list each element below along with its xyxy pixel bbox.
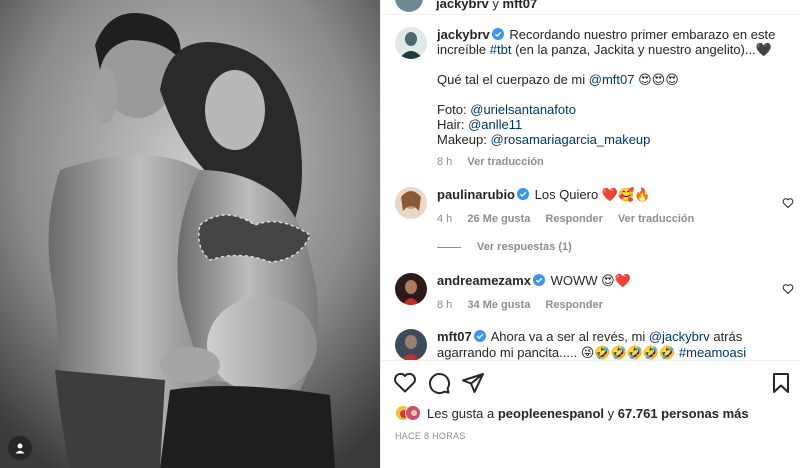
post-image xyxy=(0,0,380,468)
caption-avatar[interactable] xyxy=(395,27,427,59)
replies-divider xyxy=(437,246,461,248)
liker-avatars[interactable] xyxy=(395,403,423,423)
caption-line1-rest: (en la panza, Jackita y nuestro angelito… xyxy=(515,42,772,57)
caption-time[interactable]: 8 h xyxy=(437,156,452,168)
caption-translate[interactable]: Ver traducción xyxy=(467,156,543,168)
caption: jackybrv Recordando nuestro primer embar… xyxy=(395,27,790,170)
likes-connector: y xyxy=(607,405,615,421)
caption-line2-emoji: 😍😍😍 xyxy=(638,72,679,87)
action-bar xyxy=(381,360,800,405)
likes-user[interactable]: peopleenespanol xyxy=(498,406,604,421)
comment-avatar[interactable] xyxy=(395,187,427,219)
caption-meta: 8 h Ver traducción xyxy=(437,155,790,170)
caption-line2-text: Qué tal el cuerpazo de mi xyxy=(437,72,586,87)
caption-username[interactable]: jackybrv xyxy=(437,27,490,42)
post-header: jackybrv y mft07 xyxy=(381,0,800,14)
header-coauthor[interactable]: mft07 xyxy=(503,0,538,11)
comment-meta: 8 h 34 Me gusta Responder xyxy=(437,297,766,313)
caption-mention[interactable]: @mft07 xyxy=(589,72,635,87)
comment-avatar[interactable] xyxy=(395,329,427,360)
comment-username[interactable]: paulinarubio xyxy=(437,187,515,202)
comment-time[interactable]: 8 h xyxy=(437,299,452,311)
header-authors: jackybrv y mft07 xyxy=(436,0,537,11)
credit-makeup[interactable]: @rosamariagarcia_makeup xyxy=(491,132,651,147)
comment-translate[interactable]: Ver traducción xyxy=(618,213,694,225)
comment-username[interactable]: mft07 xyxy=(437,329,472,344)
verified-icon xyxy=(491,28,504,40)
post-side-panel: jackybrv y mft07 jackybrv Recordando nue… xyxy=(380,0,800,468)
comment-item: paulinarubio Los Quiero ❤️🥰🔥 4 h 26 Me g… xyxy=(395,187,794,227)
comment-username[interactable]: andreamezamx xyxy=(437,273,531,288)
likes-count[interactable]: 67.761 personas más xyxy=(618,406,749,421)
bookmark-icon[interactable] xyxy=(769,371,793,395)
heart-icon[interactable] xyxy=(782,197,794,209)
header-avatar[interactable] xyxy=(395,0,423,12)
likes-summary: Les gusta a peopleenespanol y 67.761 per… xyxy=(395,403,749,423)
user-tag-button[interactable] xyxy=(8,436,32,460)
comment-reply[interactable]: Responder xyxy=(545,299,602,311)
credit-foto-label: Foto: xyxy=(437,102,467,117)
comment-text: WOWW 😍❤️ xyxy=(550,273,631,288)
verified-icon xyxy=(532,274,545,286)
view-replies[interactable]: Ver respuestas (1) xyxy=(437,241,572,253)
comment-likes[interactable]: 26 Me gusta xyxy=(467,213,530,225)
post-photo[interactable] xyxy=(0,0,380,468)
liker-avatar xyxy=(405,405,421,421)
heart-icon[interactable] xyxy=(782,283,794,295)
credit-hair-label: Hair: xyxy=(437,117,465,132)
caption-credits: Foto: @urielsantanafoto Hair: @anlle11 M… xyxy=(437,102,790,147)
comment-reply[interactable]: Responder xyxy=(545,213,602,225)
comment-text: Los Quiero ❤️🥰🔥 xyxy=(534,187,651,202)
verified-icon xyxy=(473,330,486,342)
caption-hashtag[interactable]: #tbt xyxy=(490,42,512,57)
credit-makeup-label: Makeup: xyxy=(437,132,487,147)
verified-icon xyxy=(517,188,529,200)
credit-foto[interactable]: @urielsantanafoto xyxy=(470,102,576,117)
comments-list[interactable]: jackybrv Recordando nuestro primer embar… xyxy=(381,14,800,360)
comment-meta: 4 h 26 Me gusta Responder Ver traducción xyxy=(437,211,766,227)
header-author[interactable]: jackybrv xyxy=(436,0,489,11)
post-timestamp[interactable]: HACE 8 HORAS xyxy=(395,431,466,441)
credit-hair[interactable]: @anlle11 xyxy=(468,117,522,132)
comment-item: andreamezamx WOWW 😍❤️ 8 h 34 Me gusta Re… xyxy=(395,273,794,313)
comment-text: Ahora va a ser al revés, mi xyxy=(490,329,646,344)
user-tag-icon xyxy=(15,443,25,454)
comment-mention[interactable]: @jackybrv xyxy=(649,329,710,344)
comment-item: mft07 Ahora va a ser al revés, mi @jacky… xyxy=(395,329,790,360)
comment-time[interactable]: 4 h xyxy=(437,213,452,225)
heart-icon[interactable] xyxy=(393,371,417,395)
comment-avatar[interactable] xyxy=(395,273,427,305)
comment-hashtag[interactable]: #meamoasi xyxy=(679,345,746,360)
likes-prefix: Les gusta a xyxy=(427,405,495,421)
comment-icon[interactable] xyxy=(427,371,451,395)
view-replies-label: Ver respuestas (1) xyxy=(477,241,572,253)
comment-likes[interactable]: 34 Me gusta xyxy=(467,299,530,311)
caption-line2: Qué tal el cuerpazo de mi @mft07 😍😍😍 xyxy=(437,72,790,87)
share-icon[interactable] xyxy=(461,371,485,395)
header-separator: y xyxy=(492,0,499,11)
